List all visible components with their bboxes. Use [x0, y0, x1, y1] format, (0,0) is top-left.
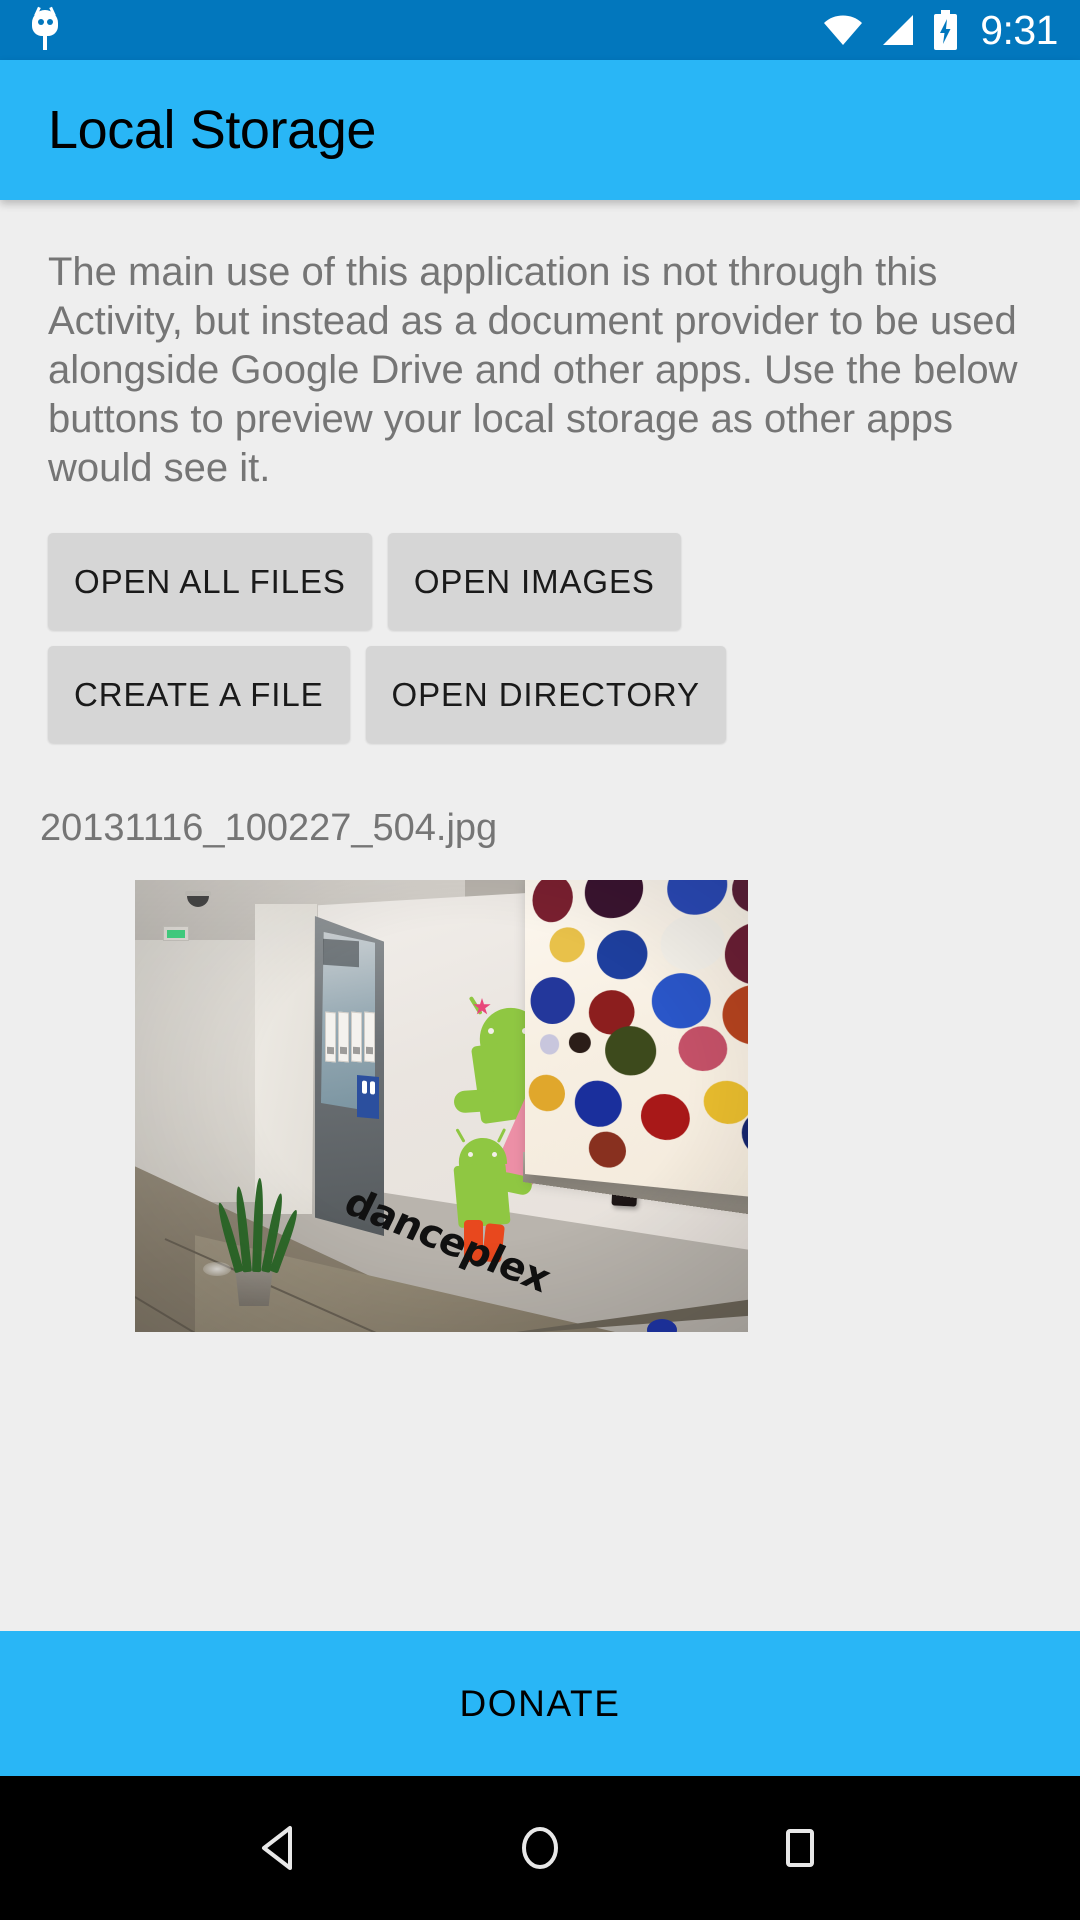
open-all-files-button[interactable]: OPEN ALL FILES: [48, 533, 372, 630]
back-button[interactable]: [240, 1808, 320, 1888]
page-title: Local Storage: [0, 99, 376, 161]
open-directory-button[interactable]: OPEN DIRECTORY: [366, 646, 726, 743]
donate-button[interactable]: DONATE: [0, 1631, 1080, 1776]
home-circle-icon: [512, 1820, 568, 1876]
status-bar-clock: 9:31: [980, 10, 1058, 51]
description-text: The main use of this application is not …: [0, 200, 1080, 493]
photo-exit-sign: [163, 926, 189, 941]
button-row-2: CREATE A FILE OPEN DIRECTORY: [0, 646, 1080, 743]
back-triangle-icon: [252, 1820, 308, 1876]
app-bar: Local Storage: [0, 60, 1080, 200]
create-a-file-button[interactable]: CREATE A FILE: [48, 646, 350, 743]
button-row-1: OPEN ALL FILES OPEN IMAGES: [0, 533, 1080, 630]
status-bar-left: [28, 8, 62, 52]
action-button-grid: OPEN ALL FILES OPEN IMAGES CREATE A FILE…: [0, 493, 1080, 743]
recents-square-icon: [772, 1820, 828, 1876]
file-name-label: 20131116_100227_504.jpg: [0, 759, 1080, 850]
image-preview-container: danceplex: [0, 880, 1080, 1332]
photo-door-flyers: [325, 1012, 377, 1062]
photo-left-column: [255, 904, 317, 1214]
home-button[interactable]: [500, 1808, 580, 1888]
photo-door-reflection: [323, 939, 359, 968]
photo-floor-reflection: [203, 1262, 231, 1276]
donate-button-label: DONATE: [459, 1683, 620, 1725]
navigation-bar: [0, 1776, 1080, 1920]
image-preview[interactable]: danceplex: [135, 880, 748, 1332]
main-content: The main use of this application is not …: [0, 200, 1080, 1630]
photo-polka-dot-painting: [525, 880, 748, 1199]
status-bar-right: 9:31: [822, 10, 1058, 51]
wifi-icon: [822, 13, 864, 47]
battery-charging-icon: [932, 10, 959, 50]
cell-signal-icon: [879, 13, 917, 47]
open-images-button[interactable]: OPEN IMAGES: [388, 533, 681, 630]
photo-restroom-sign: [357, 1075, 379, 1119]
recents-button[interactable]: [760, 1808, 840, 1888]
status-bar: 9:31: [0, 0, 1080, 60]
android-bug-icon: [28, 8, 62, 52]
